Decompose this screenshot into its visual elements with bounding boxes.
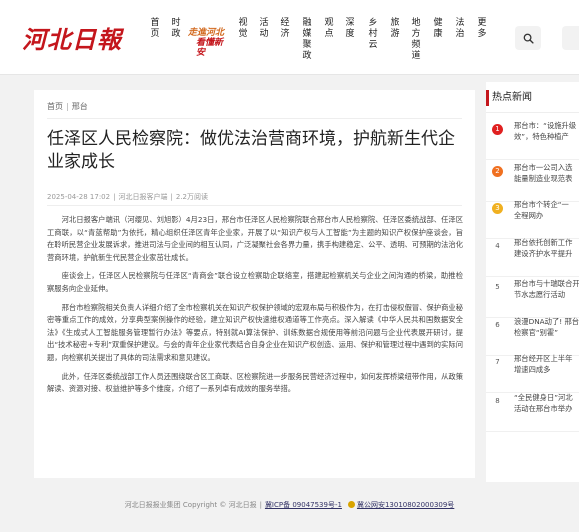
nav-item-economy[interactable]: 经济 xyxy=(278,18,292,40)
breadcrumb-section[interactable]: 邢台 xyxy=(72,102,88,111)
slogan-logo: 走進河北 看懂新安 xyxy=(188,28,225,58)
article-paragraph: 此外，任泽区委统战部工作人员还围绕联合区工商联、区检察院进一步服务民营经济过程中… xyxy=(47,371,463,394)
breadcrumb-home[interactable]: 首页 xyxy=(47,102,63,111)
publish-date: 2025-04-28 17:02 xyxy=(47,193,111,201)
rank-number: 6 xyxy=(495,321,500,329)
icp-link[interactable]: 冀ICP备 09047539号-1 xyxy=(265,501,342,509)
hot-news-item[interactable]: 5 邢台市与十瑞联合开 节水志愿行活动 xyxy=(486,278,579,318)
hot-news-item[interactable]: 3 邢台市个转企“一 全程网办 xyxy=(486,199,579,239)
article-title: 任泽区人民检察院：做优法治营商环境，护航新生代企业家成长 xyxy=(47,129,455,172)
nav-item-rural[interactable]: 乡村云 xyxy=(366,18,380,51)
hot-news-item[interactable]: 7 邢台经开区上半年 增速四成多 xyxy=(486,353,579,393)
nav-item-health[interactable]: 健康 xyxy=(431,18,445,40)
divider xyxy=(47,205,462,206)
police-badge-icon xyxy=(347,501,355,508)
rank-number: 5 xyxy=(495,283,500,291)
rank-number: 4 xyxy=(495,242,500,250)
rank-number: 7 xyxy=(495,358,500,366)
search-icon xyxy=(523,33,534,44)
hot-news-sidebar: 热点新闻 1 邢台市：“设施升级 效”，特色种植产 2 邢台市一公司入选 能量制造业… xyxy=(486,82,579,482)
search-button[interactable] xyxy=(515,26,541,50)
site-header: 河北日報 走進河北 看懂新安 首页 时政 视觉 活动 经济 融媒聚政 观点 深度… xyxy=(0,0,579,75)
nav-item-politics[interactable]: 时政 xyxy=(169,18,183,40)
article-body: 河北日报客户端讯（河缨见、刘旭影）4月23日，邢台市任泽区人民检察院联合邢台市人… xyxy=(47,214,463,402)
rank-badge: 3 xyxy=(492,203,503,214)
rank-number: 8 xyxy=(495,397,500,405)
breadcrumb-separator: | xyxy=(66,102,69,111)
hot-news-item[interactable]: 1 邢台市：“设施升级 效”，特色种植产 xyxy=(486,120,579,160)
breadcrumb: 首页 | 邢台 xyxy=(47,101,88,112)
nav-item-opinion[interactable]: 观点 xyxy=(322,18,336,40)
hot-news-item[interactable]: 8 “全民健身日”河北 活动在邢台市举办 xyxy=(486,392,579,432)
nav-item-events[interactable]: 活动 xyxy=(257,18,271,40)
article-card: 首页 | 邢台 任泽区人民检察院：做优法治营商环境，护航新生代企业家成长 2025-… xyxy=(34,90,475,478)
divider xyxy=(486,112,579,113)
hot-news-item[interactable]: 6 浪漫DNA动了! 邢台 检察官“别霍” xyxy=(486,316,579,356)
rank-badge: 1 xyxy=(492,124,503,135)
nav-item-travel[interactable]: 旅游 xyxy=(388,18,402,40)
nav-item-law[interactable]: 法治 xyxy=(453,18,467,40)
article-paragraph: 河北日报客户端讯（河缨见、刘旭影）4月23日，邢台市任泽区人民检察院联合邢台市人… xyxy=(47,215,463,262)
view-count: 2.2万阅读 xyxy=(175,193,208,201)
nav-item-more[interactable]: 更多 xyxy=(475,18,489,40)
nav-item-local[interactable]: 地方频道 xyxy=(409,18,423,62)
nav-item-media[interactable]: 融媒聚政 xyxy=(300,18,314,62)
article-paragraph: 邢台市检察院相关负责人详细介绍了全市检察机关在知识产权保护领域的宏观布局与积极作… xyxy=(47,302,463,362)
article-meta: 2025-04-28 17:02 | 河北日报客户端 | 2.2万阅读 xyxy=(47,193,208,201)
nav-item-home[interactable]: 首页 xyxy=(148,18,162,40)
rank-badge: 2 xyxy=(492,166,503,177)
article-paragraph: 座谈会上，任泽区人民检察院与任泽区“青商会”联合设立检察助企联络室，搭建起检察机… xyxy=(47,271,463,293)
hot-news-item[interactable]: 4 邢台依托创新工作 建设齐护水平提升 xyxy=(486,237,579,277)
hot-news-item[interactable]: 2 邢台市一公司入选 能量制造业现范表 xyxy=(486,162,579,202)
divider xyxy=(47,118,462,119)
site-logo[interactable]: 河北日報 xyxy=(22,20,122,55)
nav-item-visual[interactable]: 视觉 xyxy=(236,18,250,40)
police-record-link[interactable]: 冀公网安13010802000309号 xyxy=(357,501,454,509)
site-footer: 河北日报报业集团 Copyright © 河北日报 | 冀ICP备 09047539… xyxy=(124,501,455,509)
article-source: 河北日报客户端 xyxy=(118,193,168,201)
nav-item-depth[interactable]: 深度 xyxy=(343,18,357,40)
user-button[interactable] xyxy=(562,26,579,50)
copyright-text: 河北日报报业集团 Copyright © 河北日报 xyxy=(124,501,257,509)
hot-news-heading: 热点新闻 xyxy=(486,90,532,106)
